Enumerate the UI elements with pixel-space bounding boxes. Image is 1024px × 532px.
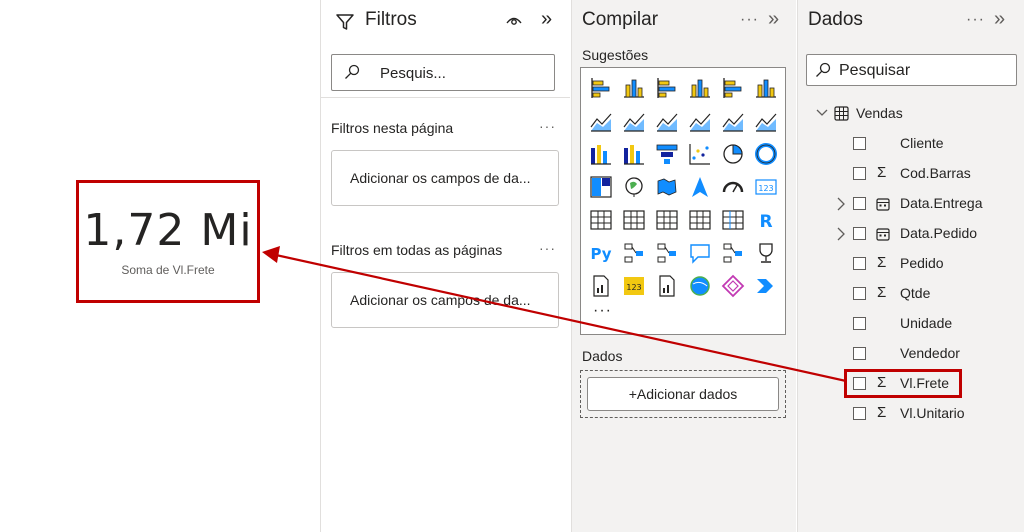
arrow-line bbox=[275, 253, 847, 383]
annotation-arrow bbox=[262, 246, 847, 383]
arrow-head bbox=[262, 246, 280, 263]
